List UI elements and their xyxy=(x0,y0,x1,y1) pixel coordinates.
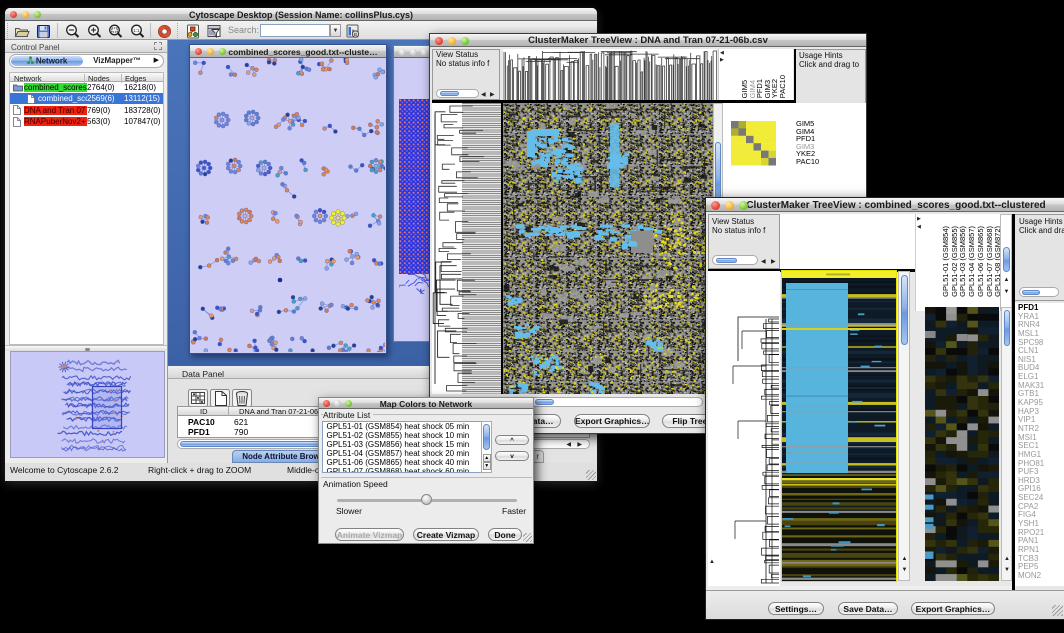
svg-text:B: B xyxy=(354,32,357,37)
svg-text:1:1: 1:1 xyxy=(133,28,140,33)
